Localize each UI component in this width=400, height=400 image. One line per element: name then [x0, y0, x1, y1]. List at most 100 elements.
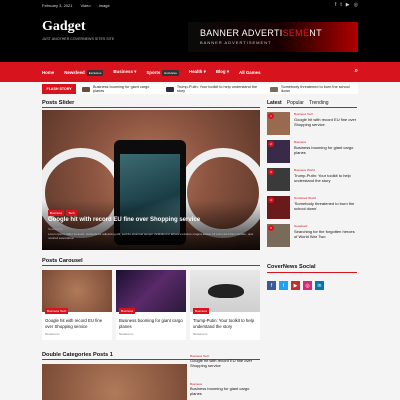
card-title[interactable]: Business booming for giant cargo planes	[119, 318, 183, 329]
category-badge[interactable]: Business	[48, 210, 65, 216]
banner-subline: BANNER ADVERTISEMENT	[200, 40, 272, 45]
card-image	[116, 270, 186, 312]
nav-sports[interactable]: Sports Exclusive	[146, 69, 179, 76]
social-widget: CoverNews Social f t ▶ ◎ in	[267, 264, 357, 290]
posts-slider-title: Posts Slider	[42, 100, 75, 106]
category-badge[interactable]: Business	[193, 308, 210, 314]
post-thumbnail: 3	[267, 168, 290, 191]
post-title[interactable]: Trump-Putin: Your toolkit to help unders…	[294, 173, 357, 183]
sidebar-post[interactable]: 2 Business Business booming for giant car…	[267, 140, 357, 164]
post-category[interactable]: Business	[294, 140, 357, 144]
banner-headline: BANNER ADVERTISEMENT	[200, 28, 322, 38]
ticker-item[interactable]: Business booming for giant cargo planes	[82, 85, 160, 93]
card-image	[42, 270, 112, 312]
nav-blog[interactable]: Blog ▾	[216, 69, 229, 75]
card-title[interactable]: Trump-Putin: Your toolkit to help unders…	[193, 318, 257, 329]
card-author[interactable]: Newsroom	[45, 332, 59, 336]
section-divider	[267, 272, 357, 273]
ticker-item[interactable]: Trump-Putin: Your toolkit to help unders…	[166, 85, 264, 93]
facebook-icon[interactable]: f	[335, 2, 336, 8]
youtube-icon[interactable]: ▶	[346, 2, 350, 8]
instagram-icon[interactable]: ◎	[303, 281, 312, 290]
chevron-down-icon: ▾	[134, 69, 137, 74]
post-category[interactable]: Business World	[294, 168, 357, 172]
post-category[interactable]: Newsfeed	[294, 224, 357, 228]
post-category[interactable]: Business Tech	[294, 112, 357, 116]
slider-excerpt: Lorem ipsum dolor sit amet, consectetur …	[48, 232, 254, 240]
post-title[interactable]: Business booming for giant cargo planes	[294, 145, 357, 155]
sidebar-post[interactable]: 3 Business World Trump-Putin: Your toolki…	[267, 168, 357, 192]
exclusive-badge: Exclusive	[162, 69, 179, 76]
linkedin-icon[interactable]: in	[315, 281, 324, 290]
sidebar-post[interactable]: 5 Newsfeed Searching for the forgotten he…	[267, 224, 357, 248]
site-title[interactable]: Gadget	[42, 19, 86, 35]
carousel-card[interactable]: Business Business booming for giant carg…	[116, 270, 186, 340]
number-badge: 4	[268, 197, 274, 203]
nav-business[interactable]: Business ▾	[113, 69, 136, 75]
post-title[interactable]: Searching for the forgotten heroes of Wo…	[294, 229, 357, 239]
section-divider	[42, 107, 260, 108]
topbar-link-video[interactable]: Video	[80, 3, 90, 8]
ticker-thumbnail	[82, 86, 91, 92]
double-categories-title: Double Categories Posts 1	[42, 352, 113, 358]
sidebar-post[interactable]: 4 Newsfeed World 'Somebody threatened to …	[267, 196, 357, 220]
nav-all-games[interactable]: All Games	[239, 70, 260, 75]
flash-story-label: FLASH STORY	[42, 84, 77, 94]
post-title[interactable]: Business booming for giant cargo planes	[190, 386, 260, 396]
post-thumbnail: 5	[267, 224, 290, 247]
nav-health[interactable]: Health ▾	[189, 69, 206, 75]
number-badge: 5	[268, 225, 274, 231]
double-side-post[interactable]: Business Tech Google hit with record EU …	[190, 354, 260, 368]
banner-ad[interactable]: BANNER ADVERTISEMENT BANNER ADVERTISEMEN…	[188, 22, 358, 52]
site-tagline: JUST ANOTHER COVERNEWS SITES SITE	[42, 37, 115, 41]
chevron-down-icon: ▾	[203, 69, 206, 74]
double-post-image[interactable]	[42, 364, 187, 400]
number-badge: 3	[268, 169, 274, 175]
nav-home[interactable]: Home	[42, 70, 54, 75]
ticker-thumbnail	[270, 86, 279, 92]
slider-cats: Business Tech	[48, 210, 79, 216]
carousel-title: Posts Carousel	[42, 258, 83, 264]
double-side-post[interactable]: Business Business booming for giant carg…	[190, 382, 260, 396]
date-text: February 3, 2021	[42, 2, 73, 8]
twitter-icon[interactable]: t	[340, 2, 341, 8]
category-badge[interactable]: Tech	[66, 210, 77, 216]
post-title[interactable]: 'Somebody threatened to burn the school …	[294, 201, 357, 211]
slider-author[interactable]: Newsroom	[48, 227, 62, 231]
main-nav: Home Newsfeed Exclusive Business ▾ Sports…	[0, 62, 400, 82]
top-bar: February 3, 2021 Video Image f t ▶ ◎	[0, 0, 400, 10]
image-shade	[42, 200, 260, 250]
category-badge[interactable]: Business	[119, 308, 136, 314]
post-title[interactable]: Google hit with record EU fine over Shop…	[294, 117, 357, 127]
tab-popular[interactable]: Popular	[287, 100, 304, 106]
card-author[interactable]: Newsroom	[119, 332, 133, 336]
slider-image[interactable]: Business Tech Google hit with record EU f…	[42, 110, 260, 250]
post-thumbnail: 2	[267, 140, 290, 163]
exclusive-badge: Exclusive	[86, 69, 104, 76]
category-badge[interactable]: Business Tech	[45, 308, 69, 314]
flash-ticker: FLASH STORY Business booming for giant c…	[42, 84, 358, 94]
section-divider	[42, 265, 260, 266]
tab-trending[interactable]: Trending	[309, 100, 329, 106]
post-category[interactable]: Newsfeed World	[294, 196, 357, 200]
youtube-icon[interactable]: ▶	[291, 281, 300, 290]
mouse-shape	[208, 284, 244, 298]
facebook-icon[interactable]: f	[267, 281, 276, 290]
post-thumbnail: 1	[267, 112, 290, 135]
carousel-card[interactable]: Business Tech Google hit with record EU …	[42, 270, 112, 340]
slider-headline[interactable]: Google hit with record EU fine over Shop…	[48, 217, 248, 223]
card-title[interactable]: Google hit with record EU fine over Shop…	[45, 318, 109, 329]
card-author[interactable]: Newsroom	[193, 332, 207, 336]
sidebar-tabs: Latest Popular Trending	[267, 100, 329, 106]
post-thumbnail: 4	[267, 196, 290, 219]
topbar-link-image[interactable]: Image	[99, 3, 110, 8]
twitter-icon[interactable]: t	[279, 281, 288, 290]
ticker-item[interactable]: Somebody threatened to burn the school d…	[270, 85, 358, 93]
tab-latest[interactable]: Latest	[267, 100, 282, 106]
instagram-icon[interactable]: ◎	[354, 2, 358, 8]
nav-newsfeed[interactable]: Newsfeed Exclusive	[64, 69, 104, 76]
carousel-card[interactable]: Business Trump-Putin: Your toolkit to he…	[190, 270, 260, 340]
sidebar-post[interactable]: 1 Business Tech Google hit with record EU…	[267, 112, 357, 136]
search-icon[interactable]: ⌕	[355, 68, 358, 75]
post-title[interactable]: Google hit with record EU fine over Shop…	[190, 358, 260, 368]
